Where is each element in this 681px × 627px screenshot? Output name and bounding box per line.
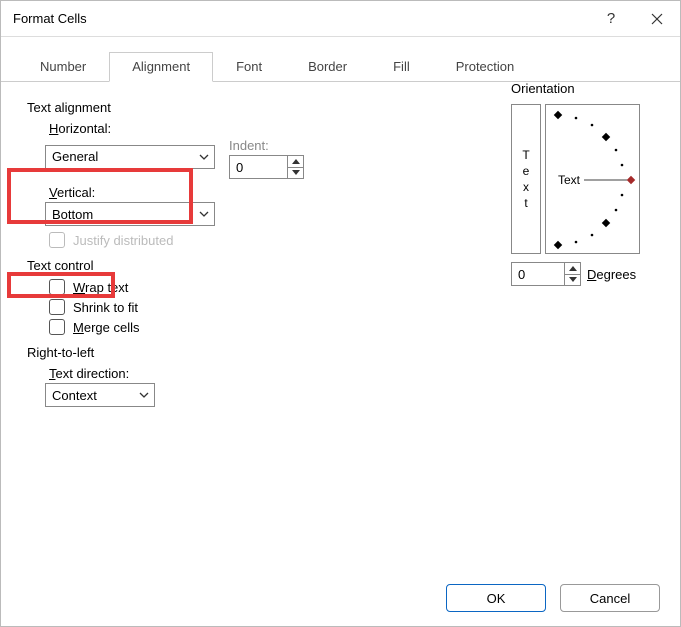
shrink-to-fit-row[interactable]: Shrink to fit	[49, 299, 660, 315]
tab-protection[interactable]: Protection	[433, 52, 538, 82]
degrees-down[interactable]	[565, 275, 580, 286]
orient-vert-char: t	[524, 196, 527, 210]
indent-value: 0	[230, 156, 287, 178]
text-direction-combo[interactable]: Context	[45, 383, 155, 407]
close-icon	[651, 13, 663, 25]
orientation-heading: Orientation	[511, 81, 656, 96]
dialog-title: Format Cells	[1, 11, 588, 26]
text-direction-label: Text direction:	[49, 366, 660, 381]
wrap-text-label: Wrap text	[73, 280, 128, 295]
shrink-to-fit-checkbox[interactable]	[49, 299, 65, 315]
text-direction-value: Context	[46, 384, 134, 406]
indent-spinner[interactable]: 0	[229, 155, 304, 179]
degrees-label: Degrees	[587, 267, 636, 282]
tab-fill[interactable]: Fill	[370, 52, 433, 82]
indent-label: Indent:	[229, 138, 304, 153]
merge-cells-checkbox[interactable]	[49, 319, 65, 335]
help-button[interactable]: ?	[588, 1, 634, 37]
tab-border[interactable]: Border	[285, 52, 370, 82]
degrees-spinner[interactable]: 0	[511, 262, 581, 286]
horizontal-combo[interactable]: General	[45, 145, 215, 169]
format-cells-dialog: Format Cells ? Number Alignment Font Bor…	[0, 0, 681, 627]
orient-vert-char: T	[522, 148, 529, 162]
help-icon: ?	[607, 10, 615, 27]
orient-vert-char: x	[523, 180, 529, 194]
orientation-dial[interactable]: Text	[545, 104, 640, 254]
tab-number[interactable]: Number	[17, 52, 109, 82]
indent-down[interactable]	[288, 168, 303, 179]
indent-up[interactable]	[288, 156, 303, 168]
dialog-buttons: OK Cancel	[446, 584, 660, 612]
svg-text:Text: Text	[558, 173, 581, 187]
chevron-down-icon	[194, 203, 214, 225]
ok-button[interactable]: OK	[446, 584, 546, 612]
shrink-to-fit-label: Shrink to fit	[73, 300, 138, 315]
tab-alignment[interactable]: Alignment	[109, 52, 213, 82]
rtl-heading: Right-to-left	[27, 345, 660, 360]
chevron-down-icon	[134, 384, 154, 406]
justify-distributed-label: Justify distributed	[73, 233, 173, 248]
orientation-vertical-button[interactable]: T e x t	[511, 104, 541, 254]
merge-cells-row[interactable]: Merge cells	[49, 319, 660, 335]
orient-vert-char: e	[523, 164, 530, 178]
titlebar: Format Cells ?	[1, 1, 680, 37]
vertical-value: Bottom	[46, 203, 194, 225]
degrees-up[interactable]	[565, 263, 580, 275]
wrap-text-checkbox[interactable]	[49, 279, 65, 295]
chevron-down-icon	[194, 146, 214, 168]
close-button[interactable]	[634, 1, 680, 37]
orientation-section: Orientation T e x t Text	[511, 81, 656, 286]
tabs: Number Alignment Font Border Fill Protec…	[1, 37, 680, 82]
merge-cells-label: Merge cells	[73, 320, 139, 335]
vertical-combo[interactable]: Bottom	[45, 202, 215, 226]
horizontal-value: General	[46, 146, 194, 168]
degrees-value: 0	[512, 263, 564, 285]
justify-distributed-checkbox	[49, 232, 65, 248]
tab-font[interactable]: Font	[213, 52, 285, 82]
orientation-dial-graphic: Text	[546, 105, 641, 255]
cancel-button[interactable]: Cancel	[560, 584, 660, 612]
